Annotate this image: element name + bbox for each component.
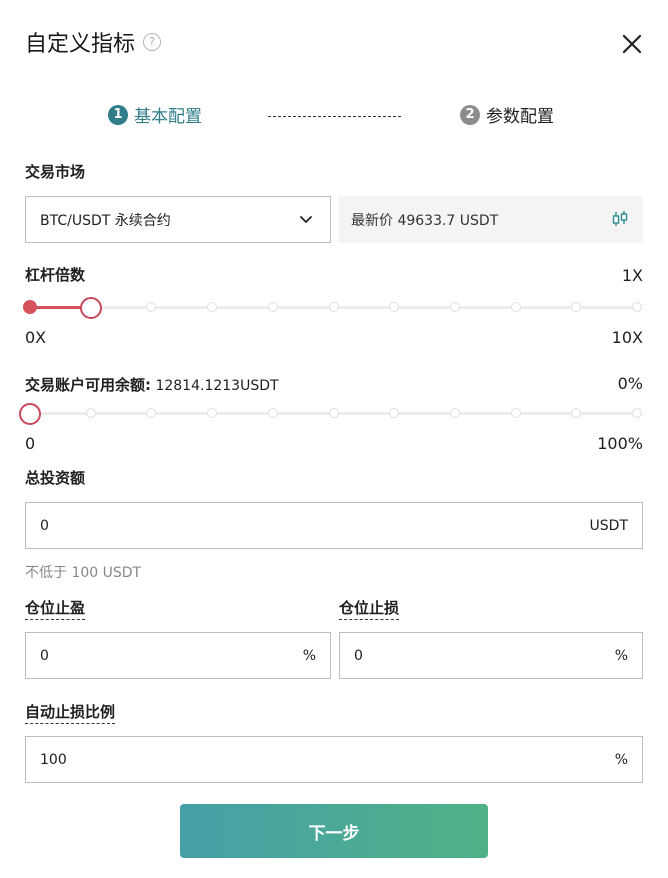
step-basic-config[interactable]: 1 基本配置	[108, 102, 202, 127]
step-divider	[268, 116, 401, 117]
investment-input[interactable]: 0 USDT	[25, 502, 643, 549]
slider-step-dot[interactable]	[632, 302, 642, 312]
latest-price: 最新价 49633.7 USDT	[351, 212, 499, 229]
slider-step-dot[interactable]	[389, 302, 400, 312]
dialog-title-text: 自定义指标	[25, 32, 136, 57]
investment-unit: USDT	[589, 517, 628, 534]
slider-handle[interactable]	[79, 297, 102, 319]
balance-min-label: 0	[25, 434, 36, 453]
leverage-min-label: 0X	[25, 328, 47, 347]
investment-label: 总投资额	[25, 469, 86, 487]
chevron-down-icon	[300, 216, 312, 223]
slider-step-dot[interactable]	[328, 302, 339, 312]
slider-step-dot[interactable]	[510, 408, 521, 418]
dialog-title: 自定义指标 ?	[25, 26, 162, 58]
help-icon[interactable]: ?	[143, 33, 162, 51]
slider-step-dot[interactable]	[571, 302, 582, 312]
auto-stop-loss-input[interactable]: 100 %	[25, 736, 643, 783]
next-step-button[interactable]: 下一步	[180, 804, 488, 858]
balance-max-label: 100%	[597, 434, 643, 453]
stop-loss-input[interactable]: 0 %	[339, 632, 643, 679]
slider-step-dot[interactable]	[267, 408, 278, 418]
take-profit-label[interactable]: 仓位止盈	[25, 597, 86, 620]
slider-step-dot[interactable]	[328, 408, 339, 418]
slider-step-dot[interactable]	[449, 302, 460, 312]
candlestick-chart-icon[interactable]	[611, 210, 629, 228]
leverage-max-label: 10X	[611, 328, 643, 347]
slider-step-dot[interactable]	[449, 408, 460, 418]
step-number-badge: 2	[460, 104, 480, 125]
slider-step-dot[interactable]	[510, 302, 521, 312]
leverage-value: 1X	[621, 266, 643, 285]
latest-price-box: 最新价 49633.7 USDT	[339, 196, 643, 243]
stop-loss-label[interactable]: 仓位止损	[339, 597, 400, 620]
slider-step-dot[interactable]	[267, 302, 278, 312]
slider-step-dot[interactable]	[207, 408, 218, 418]
slider-step-dot[interactable]	[207, 302, 218, 312]
slider-step-dot[interactable]	[23, 300, 37, 314]
stop-loss-value: 0	[354, 647, 363, 664]
investment-hint: 不低于 100 USDT	[25, 565, 142, 581]
slider-step-dot[interactable]	[632, 408, 642, 418]
slider-handle[interactable]	[19, 403, 41, 425]
slider-step-dot[interactable]	[146, 302, 157, 312]
available-balance: 交易账户可用余额: 12814.1213USDT	[25, 374, 279, 395]
leverage-slider[interactable]	[23, 297, 642, 319]
take-profit-unit: %	[302, 647, 316, 664]
auto-stop-loss-value: 100	[40, 751, 67, 768]
step-param-config[interactable]: 2 参数配置	[460, 102, 554, 127]
available-balance-label: 交易账户可用余额:	[25, 376, 151, 394]
take-profit-value: 0	[40, 647, 49, 664]
step-label: 基本配置	[134, 107, 202, 127]
take-profit-input[interactable]: 0 %	[25, 632, 331, 679]
auto-stop-loss-unit: %	[614, 751, 628, 768]
step-indicator: 1 基本配置 2 参数配置	[0, 102, 668, 130]
leverage-label: 杠杆倍数	[25, 266, 86, 284]
close-icon[interactable]	[620, 32, 644, 56]
slider-step-dot[interactable]	[146, 408, 157, 418]
balance-slider[interactable]	[19, 403, 642, 425]
balance-percent: 0%	[617, 374, 643, 393]
slider-step-dot[interactable]	[389, 408, 400, 418]
slider-step-dot[interactable]	[85, 408, 96, 418]
step-number-badge: 1	[108, 104, 128, 125]
market-label: 交易市场	[25, 163, 86, 181]
investment-value: 0	[40, 517, 49, 534]
auto-stop-loss-label[interactable]: 自动止损比例	[25, 701, 116, 724]
slider-step-dot[interactable]	[571, 408, 582, 418]
market-select[interactable]: BTC/USDT 永续合约	[25, 196, 331, 243]
available-balance-amount: 12814.1213USDT	[155, 378, 279, 394]
stop-loss-unit: %	[614, 647, 628, 664]
step-label: 参数配置	[486, 107, 554, 127]
market-select-value: BTC/USDT 永续合约	[40, 212, 171, 229]
